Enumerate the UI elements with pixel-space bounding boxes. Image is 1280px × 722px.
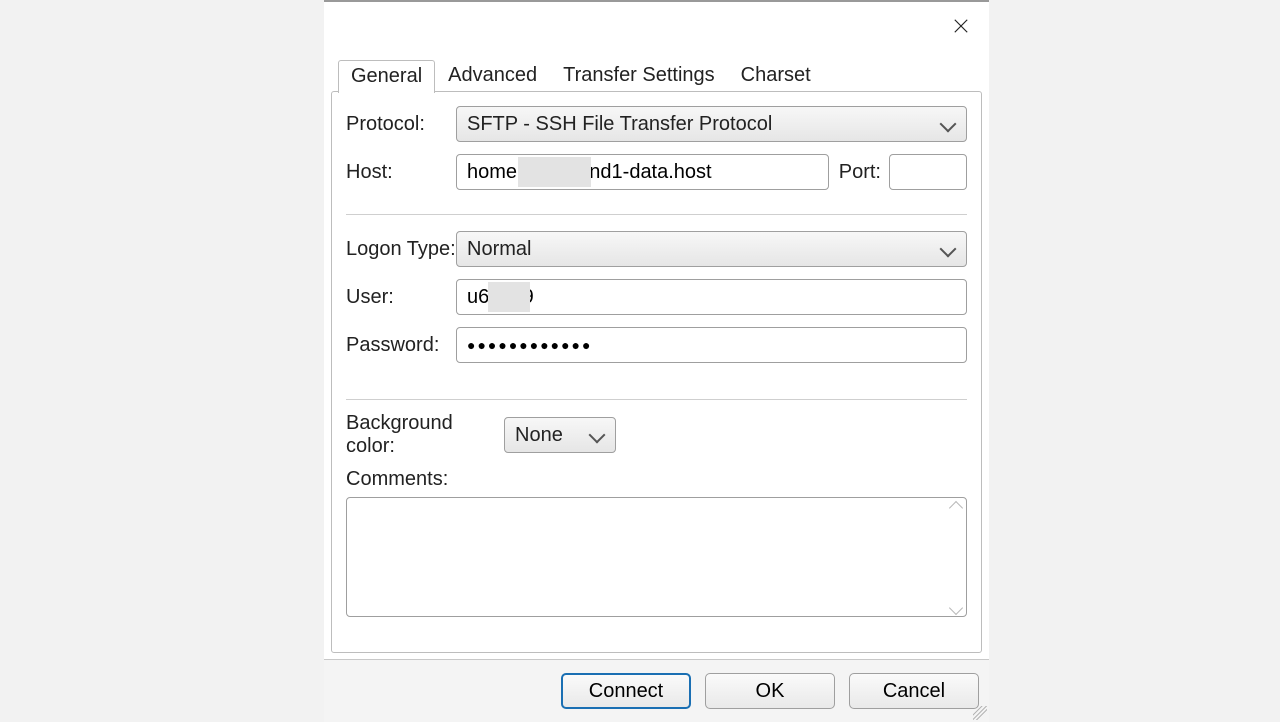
user-input[interactable] bbox=[456, 279, 967, 315]
protocol-select[interactable]: SFTP - SSH File Transfer Protocol bbox=[456, 106, 967, 142]
ok-button[interactable]: OK bbox=[705, 673, 835, 709]
tab-general[interactable]: General bbox=[338, 60, 435, 93]
tab-advanced[interactable]: Advanced bbox=[435, 59, 550, 92]
comments-label: Comments: bbox=[346, 468, 967, 491]
logon-type-label: Logon Type: bbox=[346, 238, 456, 261]
logon-type-value: Normal bbox=[467, 238, 531, 261]
background-color-select[interactable]: None bbox=[504, 417, 616, 453]
host-input[interactable] bbox=[456, 154, 829, 190]
background-color-label: Background color: bbox=[346, 412, 504, 458]
redaction-block bbox=[518, 157, 591, 187]
tab-charset[interactable]: Charset bbox=[728, 59, 824, 92]
resize-grip-icon[interactable] bbox=[973, 706, 987, 720]
password-input[interactable] bbox=[456, 327, 967, 363]
protocol-label: Protocol: bbox=[346, 113, 456, 136]
protocol-value: SFTP - SSH File Transfer Protocol bbox=[467, 113, 772, 136]
close-icon bbox=[953, 17, 969, 35]
background-color-value: None bbox=[515, 424, 563, 447]
port-input[interactable] bbox=[889, 154, 967, 190]
chevron-down-icon bbox=[589, 427, 606, 444]
close-button[interactable] bbox=[947, 12, 975, 40]
password-label: Password: bbox=[346, 334, 456, 357]
port-label: Port: bbox=[839, 161, 881, 184]
chevron-down-icon bbox=[940, 241, 957, 258]
redaction-block bbox=[488, 282, 530, 312]
site-manager-dialog: General Advanced Transfer Settings Chars… bbox=[324, 0, 989, 720]
divider bbox=[346, 214, 967, 215]
general-panel: Protocol: SFTP - SSH File Transfer Proto… bbox=[331, 91, 982, 653]
dialog-footer: Connect OK Cancel bbox=[324, 659, 989, 722]
cancel-button[interactable]: Cancel bbox=[849, 673, 979, 709]
tab-transfer-settings[interactable]: Transfer Settings bbox=[550, 59, 728, 92]
connect-button[interactable]: Connect bbox=[561, 673, 691, 709]
user-label: User: bbox=[346, 286, 456, 309]
divider bbox=[346, 399, 967, 400]
comments-textarea[interactable] bbox=[346, 497, 967, 617]
logon-type-select[interactable]: Normal bbox=[456, 231, 967, 267]
host-label: Host: bbox=[346, 161, 456, 184]
tab-bar: General Advanced Transfer Settings Chars… bbox=[338, 58, 824, 92]
chevron-down-icon bbox=[940, 116, 957, 133]
